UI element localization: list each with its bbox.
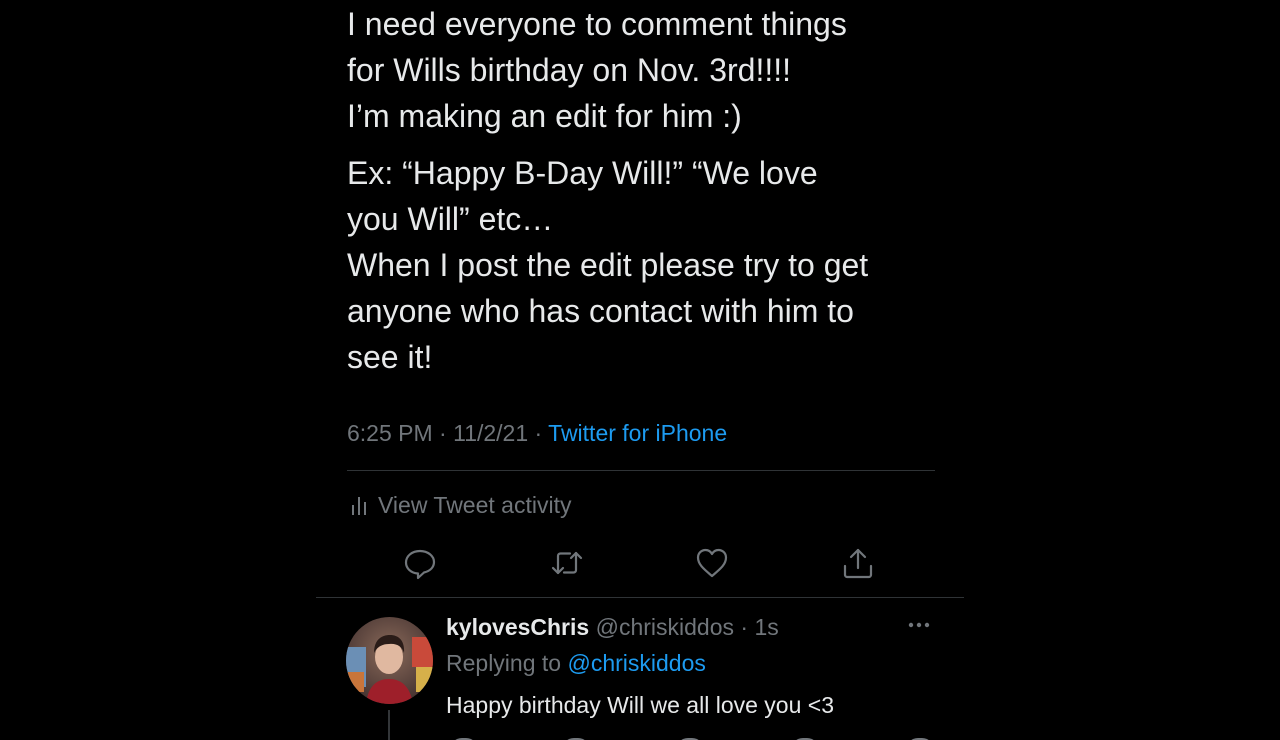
tweet-time[interactable]: 6:25 PM (347, 420, 433, 446)
activity-bars-icon (352, 497, 366, 515)
divider (347, 470, 935, 471)
like-icon[interactable] (694, 545, 730, 581)
reply-header: kylovesChris @chriskiddos · 1s (446, 611, 779, 643)
tweet-paragraph-2: Ex: “Happy B-Day Will!” “We love you Wil… (347, 155, 869, 375)
meta-separator: · (528, 420, 549, 446)
replying-to-label: Replying to (446, 650, 568, 676)
reply-icon[interactable] (402, 545, 438, 581)
meta-separator: · (432, 420, 454, 446)
replying-to-handle[interactable]: @chriskiddos (567, 650, 705, 676)
tweet-date[interactable]: 11/2/21 (453, 420, 528, 446)
tweet-actions (0, 545, 1280, 585)
reply-tweet[interactable]: kylovesChris @chriskiddos · 1s Replying … (346, 610, 946, 740)
reply-separator: · (734, 614, 755, 640)
tweet-detail-screen: I need everyone to comment things for Wi… (0, 0, 1280, 740)
share-icon[interactable] (840, 545, 876, 581)
reply-text: Happy birthday Will we all love you <3 (446, 692, 834, 718)
tweet-source-link[interactable]: Twitter for iPhone (548, 420, 727, 446)
thread-line (388, 710, 390, 740)
retweet-icon[interactable] (549, 545, 585, 581)
tweet-paragraph-1: I need everyone to comment things for Wi… (347, 6, 847, 134)
more-options-icon[interactable] (906, 615, 934, 635)
replying-to: Replying to @chriskiddos (446, 647, 706, 679)
tweet-meta: 6:25 PM · 11/2/21 · Twitter for iPhone (347, 417, 727, 449)
view-tweet-activity-button[interactable]: View Tweet activity (350, 489, 571, 521)
divider (316, 597, 964, 598)
activity-label: View Tweet activity (378, 492, 572, 518)
reply-handle[interactable]: @chriskiddos (596, 614, 734, 640)
reply-display-name[interactable]: kylovesChris (446, 614, 589, 640)
avatar[interactable] (346, 617, 433, 704)
reply-time[interactable]: 1s (754, 614, 778, 640)
